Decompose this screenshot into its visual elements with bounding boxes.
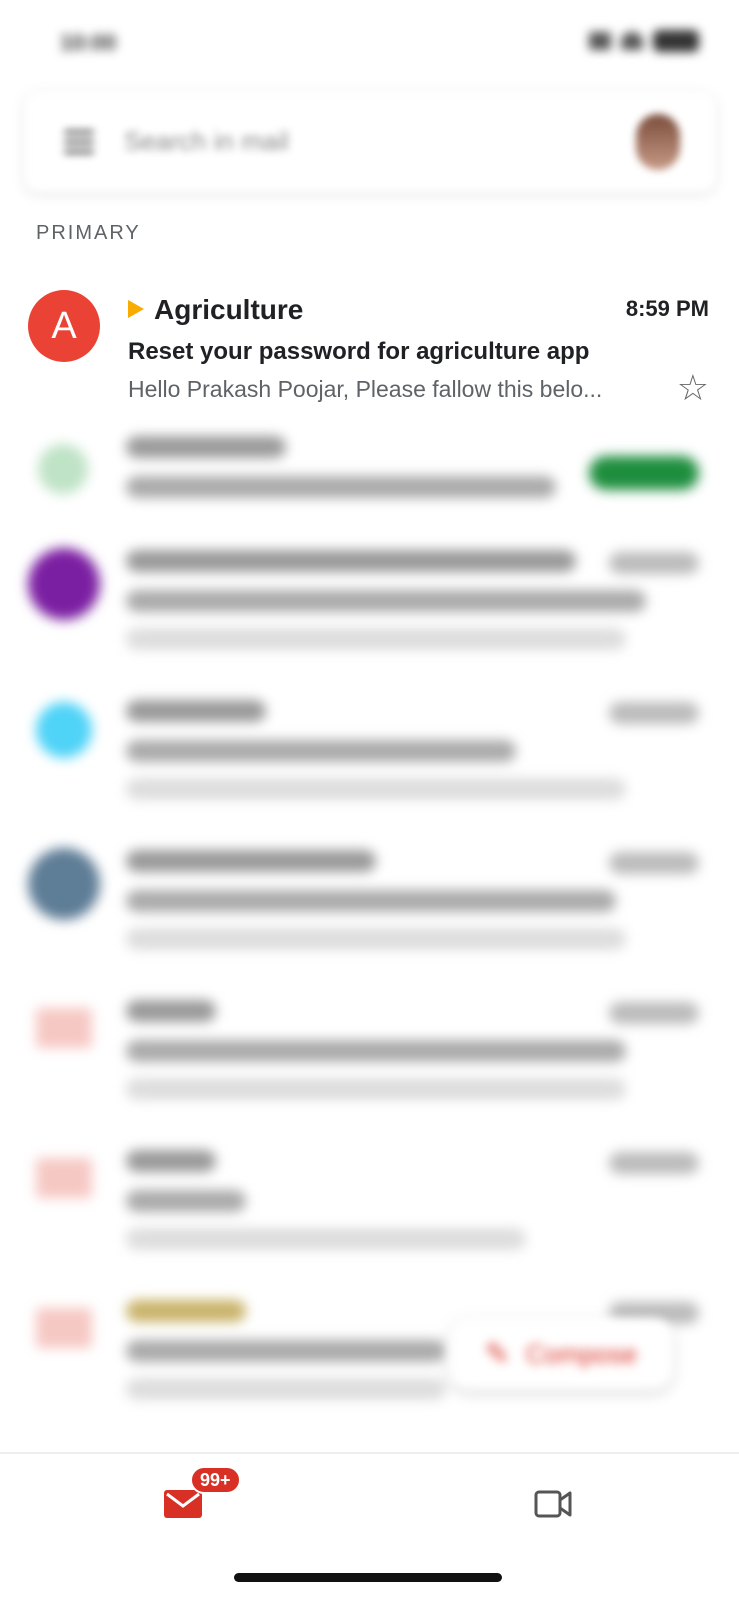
video-camera-icon [534,1490,572,1518]
unread-badge: 99+ [190,1466,241,1494]
blurred-text [609,552,699,574]
status-bar: 10:00 [0,0,739,90]
status-time: 10:00 [60,30,117,55]
blurred-text [126,778,626,800]
section-label: PRIMARY [36,222,141,244]
status-icons [589,30,699,52]
email-subject: Reset your password for agriculture app [128,338,590,365]
menu-icon[interactable] [64,130,94,154]
blurred-text [126,1000,216,1022]
blurred-text [126,700,266,722]
email-row[interactable] [0,690,739,840]
blurred-text [609,1002,699,1024]
blurred-text [126,628,626,650]
blurred-text [126,928,626,950]
sender-avatar [28,548,100,620]
blurred-text [126,1378,446,1400]
blurred-text [609,1152,699,1174]
blurred-text [126,1228,526,1250]
meet-tab[interactable] [534,1488,574,1520]
sender-avatar [28,848,100,920]
blurred-text [126,1340,446,1362]
sender-avatar [36,1308,92,1348]
sender-avatar [36,1158,92,1198]
email-row[interactable] [0,990,739,1140]
account-avatar[interactable] [636,114,680,170]
search-bar[interactable]: Search in mail [24,92,716,192]
email-row[interactable] [0,1140,739,1290]
sender-name: Agriculture [128,294,303,326]
blurred-text [126,890,616,912]
sender-avatar [36,702,92,758]
compose-button[interactable]: ✎ Compose [449,1318,673,1390]
pencil-icon: ✎ [484,1337,510,1371]
blurred-text [126,436,286,458]
signal-icon [589,32,611,50]
blurred-text [609,702,699,724]
email-row[interactable] [0,540,739,690]
promotions-icon [38,444,88,494]
blurred-text [126,850,376,872]
important-label-icon [128,299,144,318]
battery-icon [653,30,699,52]
home-indicator [234,1573,502,1582]
blurred-text [126,590,646,612]
email-snippet: Hello Prakash Poojar, Please fallow this… [128,376,603,402]
blurred-text [126,1040,626,1062]
blurred-text [126,476,556,498]
blurred-text [126,550,576,572]
wifi-icon [621,32,643,50]
blurred-text [126,1150,216,1172]
sender-avatar: A [28,290,100,362]
compose-label: Compose [525,1338,638,1369]
blurred-text [609,852,699,874]
blurred-text [126,1190,246,1212]
sender-avatar [36,1008,92,1048]
email-row[interactable] [0,840,739,990]
email-row[interactable]: A Agriculture 8:59 PM Reset your passwor… [0,282,739,432]
star-icon[interactable]: ☆ [677,370,709,406]
search-input[interactable]: Search in mail [124,126,289,157]
blurred-text [126,1078,626,1100]
email-time: 8:59 PM [625,296,709,321]
sender-label: Agriculture [154,294,304,325]
blurred-text [126,740,516,762]
promo-badge [589,456,699,490]
blurred-text [126,1300,246,1322]
